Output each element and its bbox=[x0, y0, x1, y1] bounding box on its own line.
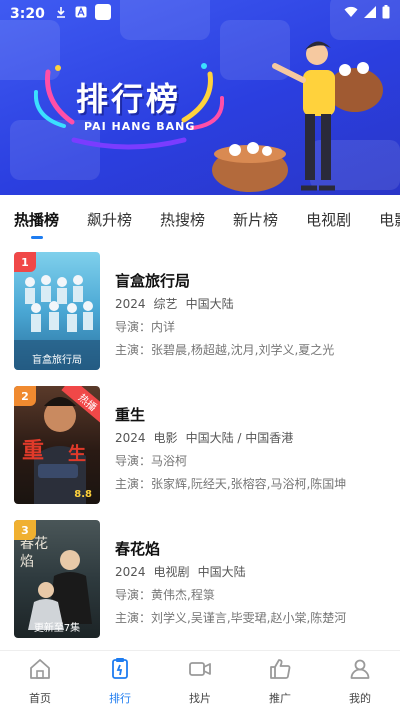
nav-home-label: 首页 bbox=[29, 692, 51, 705]
nav-ranking[interactable]: 排行 bbox=[80, 651, 160, 712]
title[interactable]: 重生 bbox=[115, 404, 395, 426]
title[interactable]: 春花焰 bbox=[115, 538, 395, 560]
status-time: 3:20 bbox=[10, 6, 45, 22]
svg-text:生: 生 bbox=[68, 443, 86, 465]
list-item[interactable]: 1 盲盒旅行局 盲盒旅行局 2024 综艺 中国大陆 导演：内详 主演：张碧晨,杨超… bbox=[0, 252, 400, 377]
region: 中国大陆 / 中国香港 bbox=[185, 431, 294, 445]
nav-ranking-label: 排行 bbox=[109, 692, 131, 705]
poster-image[interactable]: 1 盲盒旅行局 bbox=[14, 252, 100, 370]
tab-hot-search[interactable]: 热搜榜 bbox=[160, 209, 205, 230]
region: 中国大陆 bbox=[197, 565, 246, 579]
ranking-tabs: 热播榜 飙升榜 热搜榜 新片榜 电视剧 电影 bbox=[0, 195, 400, 243]
thumbs-up-icon bbox=[268, 657, 292, 685]
nav-promote-label: 推广 bbox=[269, 692, 291, 705]
svg-text:焰: 焰 bbox=[20, 554, 34, 570]
director: 导演：黄伟杰,程箓 bbox=[115, 588, 215, 602]
banner-title: 排行榜 bbox=[76, 80, 182, 118]
cast: 主演：张碧晨,杨超越,沈月,刘学义,夏之光 bbox=[115, 343, 335, 357]
ranking-icon bbox=[108, 657, 132, 685]
nav-find-videos[interactable]: 找片 bbox=[160, 651, 240, 712]
meta-line: 2024 电视剧 中国大陆 bbox=[115, 563, 395, 583]
poster-caption: 8.8 bbox=[74, 489, 92, 500]
genre: 电视剧 bbox=[153, 565, 190, 579]
tab-hot-play[interactable]: 热播榜 bbox=[14, 209, 59, 239]
director: 导演：马浴柯 bbox=[115, 454, 188, 468]
status-bar: 3:20 bbox=[0, 0, 400, 28]
cast: 主演：刘学义,吴谨言,毕雯珺,赵小棠,陈楚河 bbox=[115, 611, 347, 625]
signal-icon bbox=[364, 6, 376, 22]
bottom-nav: 首页 排行 找片 推广 我的 bbox=[0, 650, 400, 712]
wifi-icon bbox=[344, 6, 358, 22]
person-carrying-bag-illustration bbox=[212, 41, 383, 192]
year: 2024 bbox=[115, 297, 146, 311]
cast: 主演：张家辉,阮经天,张榕容,马浴柯,陈国坤 bbox=[115, 477, 347, 491]
download-icon bbox=[55, 6, 67, 22]
meta-line: 2024 综艺 中国大陆 bbox=[115, 295, 395, 315]
nav-profile[interactable]: 我的 bbox=[320, 651, 400, 712]
tab-new-releases[interactable]: 新片榜 bbox=[233, 209, 278, 230]
genre: 电影 bbox=[153, 431, 178, 445]
list-item[interactable]: 春花 焰 3 更新至7集 春花焰 2024 电视剧 中国大陆 导演：黄伟杰,程箓 主… bbox=[0, 520, 400, 645]
tab-rising[interactable]: 飙升榜 bbox=[87, 209, 132, 230]
poster-image[interactable]: 春花 焰 3 更新至7集 bbox=[14, 520, 100, 638]
svg-text:重: 重 bbox=[22, 439, 44, 464]
list-item[interactable]: 重 生 2 热播 8.8 重生 2024 电影 中国大陆 / 中国香港 导演：马浴柯… bbox=[0, 386, 400, 511]
rank-badge: 2 bbox=[14, 386, 36, 406]
nav-profile-label: 我的 bbox=[349, 692, 371, 705]
app-notification-icon bbox=[94, 4, 111, 24]
poster-caption: 盲盒旅行局 bbox=[32, 355, 82, 366]
rank-badge: 3 bbox=[14, 520, 36, 540]
tab-movies[interactable]: 电影 bbox=[379, 209, 400, 230]
region: 中国大陆 bbox=[185, 297, 234, 311]
banner-subtitle: PAI HANG BANG bbox=[84, 120, 196, 133]
nav-promote[interactable]: 推广 bbox=[240, 651, 320, 712]
ranking-banner: 3:20 排行榜 PAI HANG BANG bbox=[0, 0, 400, 195]
poster-image[interactable]: 重 生 2 热播 8.8 bbox=[14, 386, 100, 504]
home-icon bbox=[28, 657, 52, 685]
year: 2024 bbox=[115, 565, 146, 579]
banner-title-area: 排行榜 PAI HANG BANG bbox=[34, 62, 224, 152]
rank-badge: 1 bbox=[14, 252, 36, 272]
director: 导演：内详 bbox=[115, 320, 176, 334]
title[interactable]: 盲盒旅行局 bbox=[115, 270, 395, 292]
battery-icon bbox=[382, 5, 390, 23]
poster-caption: 更新至7集 bbox=[33, 623, 81, 634]
tab-tv-series[interactable]: 电视剧 bbox=[306, 209, 351, 230]
year: 2024 bbox=[115, 431, 146, 445]
video-camera-icon bbox=[188, 657, 212, 685]
genre: 综艺 bbox=[153, 297, 178, 311]
notification-a-icon bbox=[75, 6, 87, 22]
nav-home[interactable]: 首页 bbox=[0, 651, 80, 712]
nav-find-videos-label: 找片 bbox=[189, 692, 211, 705]
user-icon bbox=[348, 657, 372, 685]
meta-line: 2024 电影 中国大陆 / 中国香港 bbox=[115, 429, 395, 449]
